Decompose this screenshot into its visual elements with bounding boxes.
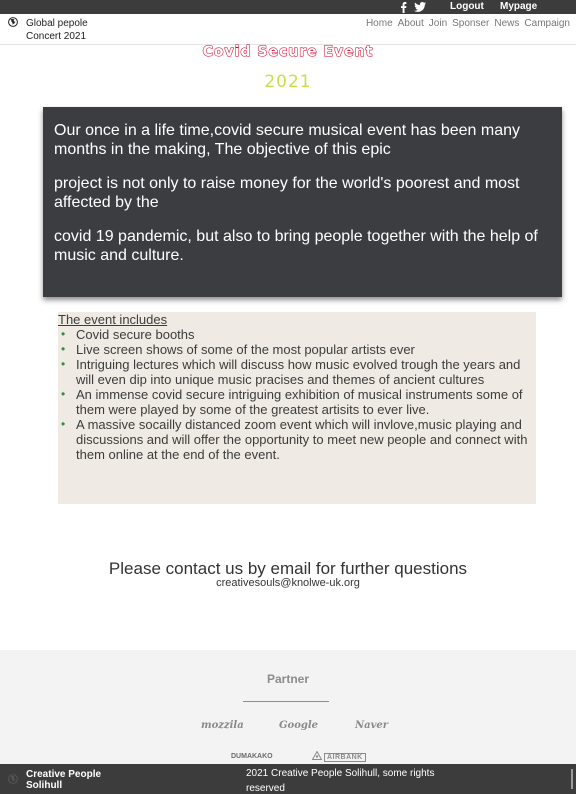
list-item: A massive socailly distanced zoom event … — [58, 417, 536, 462]
nav-home[interactable]: Home — [366, 18, 393, 30]
event-title: Covid Secure Event — [202, 44, 374, 61]
site-brand[interactable]: Global pepole Concert 2021 — [26, 17, 106, 43]
intro-paragraph: Our once in a life time,covid secure mus… — [54, 122, 521, 158]
intro-box: Our once in a life time,covid secure mus… — [43, 107, 562, 297]
nav-join[interactable]: Join — [429, 18, 447, 30]
partner-divider — [243, 701, 329, 702]
globe-icon — [8, 17, 18, 27]
facebook-icon[interactable] — [400, 1, 407, 13]
logout-link[interactable]: Logout — [450, 1, 484, 13]
page: Logout Mypage Global pepole Concert 2021… — [0, 0, 576, 794]
mypage-link[interactable]: Mypage — [500, 1, 537, 13]
top-bar: Logout Mypage — [0, 0, 576, 14]
airbank-icon — [311, 750, 323, 760]
intro-paragraph: project is not only to raise money for t… — [54, 175, 520, 211]
event-includes-list: Covid secure booths Live screen shows of… — [58, 327, 536, 462]
main-nav: Home About Join Sponser News Campaign — [366, 18, 570, 30]
event-includes-box: The event includes Covid secure booths L… — [58, 312, 536, 504]
list-item: Live screen shows of some of the most po… — [58, 342, 536, 357]
partner-section: Partner mozzila Google Naver DUMAKAKO AI… — [0, 650, 576, 764]
event-year: 2021 — [264, 72, 312, 92]
partner-logo-airbank[interactable]: AIRBANK — [311, 750, 366, 762]
partner-logo-dumakako[interactable]: DUMAKAKO — [231, 753, 273, 760]
contact-title: Please contact us by email for further q… — [108, 559, 468, 578]
footer: Creative People Solihull 2021 Creative P… — [0, 764, 576, 794]
list-item: An immense covid secure intriguing exhib… — [58, 387, 536, 417]
globe-icon — [8, 774, 18, 784]
list-item: Intriguing lectures which will discuss h… — [58, 357, 536, 387]
nav-sponser[interactable]: Sponser — [452, 18, 489, 30]
intro-paragraph: covid 19 pandemic, but also to bring peo… — [54, 228, 538, 264]
scrollbar-thumb[interactable] — [571, 769, 573, 789]
list-item: Covid secure booths — [58, 327, 536, 342]
partner-logo-google[interactable]: Google — [279, 720, 318, 731]
event-includes-heading: The event includes — [58, 312, 168, 327]
contact-email[interactable]: creativesouls@knolwe-uk.org — [0, 577, 576, 589]
airbank-label: AIRBANK — [323, 753, 366, 762]
nav-campaign[interactable]: Campaign — [524, 18, 570, 30]
twitter-icon[interactable] — [414, 2, 426, 12]
footer-copyright: 2021 Creative People Solihull, some righ… — [246, 768, 435, 794]
header: Global pepole Concert 2021 Home About Jo… — [0, 14, 576, 45]
nav-news[interactable]: News — [494, 18, 519, 30]
nav-about[interactable]: About — [398, 18, 424, 30]
footer-brand: Creative People Solihull — [26, 769, 102, 791]
partner-logo-mozzila[interactable]: mozzila — [201, 720, 244, 731]
partner-logo-naver[interactable]: Naver — [355, 720, 388, 731]
partner-title: Partner — [266, 672, 310, 686]
social-links — [400, 0, 426, 14]
